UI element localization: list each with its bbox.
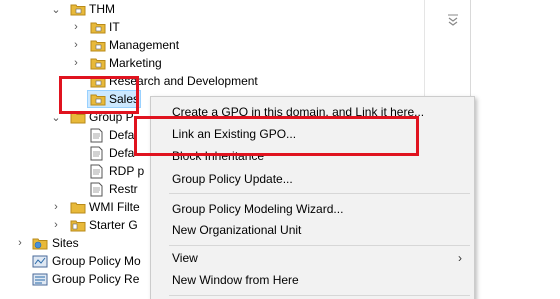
- menu-separator: [169, 245, 470, 246]
- tree-item-it[interactable]: IT: [109, 18, 120, 36]
- gpo-document-icon: [90, 164, 103, 179]
- tree-item-gpo-default-1[interactable]: Defa: [109, 126, 134, 144]
- chevron-right-icon[interactable]: ›: [14, 234, 26, 252]
- ou-folder-icon: [70, 4, 86, 16]
- tree-item-gpo-default-2[interactable]: Defa: [109, 144, 134, 162]
- menu-item-view[interactable]: View ›: [151, 247, 474, 269]
- menu-item-new-window[interactable]: New Window from Here: [151, 269, 474, 291]
- menu-item-modeling-wizard[interactable]: Group Policy Modeling Wizard...: [151, 198, 474, 220]
- tree-item-wmi-filters[interactable]: WMI Filte: [89, 198, 140, 216]
- menu-item-label: View: [172, 251, 198, 265]
- tree-item-gpo-rdp[interactable]: RDP p: [109, 162, 144, 180]
- collapse-arrows-icon[interactable]: [444, 12, 462, 30]
- wmi-folder-icon: [70, 202, 86, 214]
- sites-folder-icon: [32, 238, 48, 250]
- tree-item-gp-modeling[interactable]: Group Policy Mo: [52, 252, 141, 270]
- highlight-box-link-existing-gpo: [134, 116, 419, 156]
- menu-item-gp-update[interactable]: Group Policy Update...: [151, 168, 474, 190]
- menu-item-new-ou[interactable]: New Organizational Unit: [151, 219, 474, 241]
- menu-item-label: New Organizational Unit: [172, 223, 302, 237]
- chevron-right-icon[interactable]: ›: [50, 198, 62, 216]
- chevron-right-icon[interactable]: ›: [70, 36, 82, 54]
- highlight-box-sales: [59, 76, 139, 114]
- chevron-down-icon[interactable]: ⌄: [50, 0, 62, 18]
- tree-item-gpo-restricted[interactable]: Restr: [109, 180, 138, 198]
- chevron-right-icon[interactable]: ›: [70, 18, 82, 36]
- modeling-icon: [32, 255, 48, 268]
- menu-separator: [169, 193, 470, 194]
- tree-item-marketing[interactable]: Marketing: [109, 54, 162, 72]
- ou-folder-icon: [90, 40, 106, 52]
- menu-separator: [169, 295, 470, 296]
- menu-item-label: Group Policy Update...: [172, 172, 293, 186]
- chevron-right-icon[interactable]: ›: [50, 216, 62, 234]
- menu-item-label: New Window from Here: [172, 273, 299, 287]
- menu-item-label: Group Policy Modeling Wizard...: [172, 202, 344, 216]
- gpo-document-icon: [90, 128, 103, 143]
- results-icon: [32, 273, 48, 286]
- tree-item-sites[interactable]: Sites: [52, 234, 79, 252]
- chevron-right-icon[interactable]: ›: [70, 54, 82, 72]
- gpo-document-icon: [90, 146, 103, 161]
- tree-item-thm[interactable]: THM: [89, 0, 115, 18]
- tree-item-starter-gpos[interactable]: Starter G: [89, 216, 138, 234]
- tree-item-management[interactable]: Management: [109, 36, 179, 54]
- gpo-document-icon: [90, 182, 103, 197]
- ou-folder-icon: [90, 58, 106, 70]
- submenu-arrow-icon: ›: [458, 251, 462, 265]
- starter-folder-icon: [70, 220, 86, 232]
- tree-item-gp-results[interactable]: Group Policy Re: [52, 270, 139, 288]
- ou-folder-icon: [90, 22, 106, 34]
